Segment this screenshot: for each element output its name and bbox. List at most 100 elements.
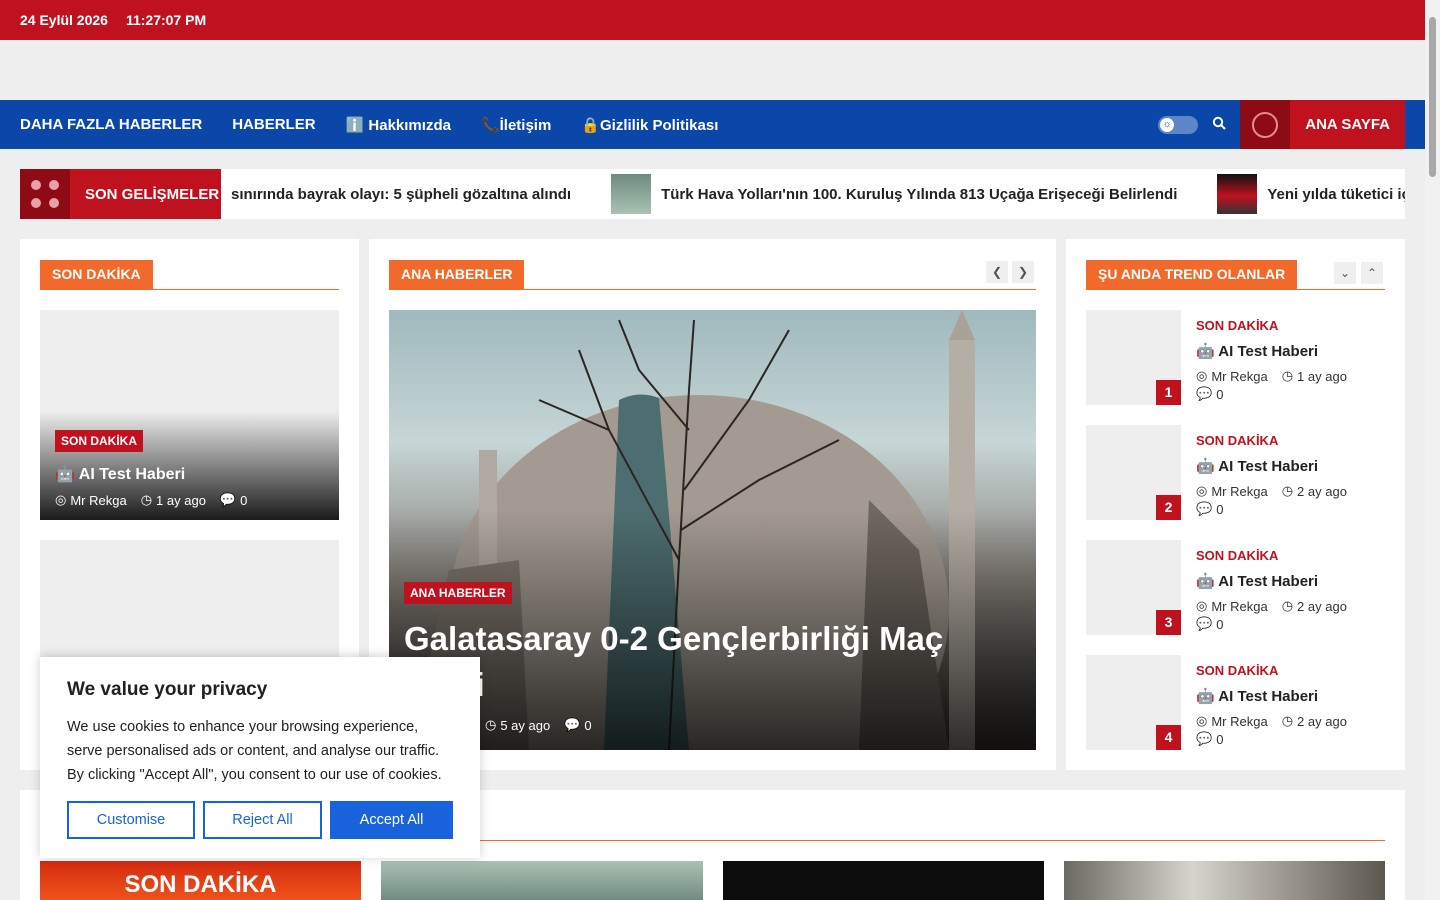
dark-mode-toggle[interactable]: ☼ — [1158, 115, 1199, 134]
home-button[interactable]: ANA SAYFA — [1240, 100, 1405, 149]
trending-item[interactable]: 3 SON DAKİKA 🤖 AI Test Haberi ◎ Mr Rekga ◷… — [1086, 540, 1386, 635]
post-comments-row: 💬 0 — [1196, 501, 1237, 517]
user-icon: ◎ — [1196, 598, 1208, 613]
ticker-item-title: Yeni yılda tüketici için ne d — [1267, 185, 1405, 203]
current-time: 11:27:07 PM — [125, 12, 207, 28]
user-icon: ◎ — [1196, 368, 1208, 383]
post-author[interactable]: Mr Rekga — [1211, 599, 1267, 614]
post-time: 2 ay ago — [1297, 598, 1347, 614]
section-title: ANA HABERLER — [389, 260, 525, 289]
section-title: ŞU ANDA TREND OLANLAR — [1086, 260, 1298, 289]
user-icon: ◎ — [55, 492, 67, 507]
post-comments: 0 — [1216, 731, 1224, 747]
chevron-down-icon[interactable]: ⌄ — [1334, 262, 1356, 284]
post-author[interactable]: Mr Rekga — [1211, 369, 1267, 384]
category-link[interactable]: SON DAKİKA — [1196, 318, 1278, 333]
ticker-track: sınırında bayrak olayı: 5 şüpheli gözalt… — [231, 174, 1405, 214]
post-meta: ◎ Mr Rekga ◷ 2 ay ago — [1196, 598, 1361, 614]
nav-actions: ☼ ANA SAYFA — [1158, 100, 1405, 149]
home-button-label: ANA SAYFA — [1305, 116, 1390, 133]
post-comments-row: 💬 0 — [1196, 731, 1237, 747]
post-comments: 0 — [1216, 616, 1224, 632]
section-header: SON DAKİKA — [40, 260, 339, 290]
post-title[interactable]: 🤖 AI Test Haberi — [55, 464, 185, 484]
main-navigation: DAHA FAZLA HABERLER HABERLER ℹ️ Hakkımız… — [0, 100, 1425, 149]
post-time: 1 ay ago — [156, 492, 206, 508]
post-title[interactable]: 🤖 AI Test Haberi — [1196, 342, 1318, 360]
news-thumbnail[interactable] — [1064, 861, 1385, 900]
nav-item-hakkimizda[interactable]: ℹ️ Hakkımızda — [346, 116, 451, 134]
post-comments: 0 — [584, 717, 592, 733]
search-icon[interactable] — [1212, 116, 1226, 134]
comment-icon: 💬 — [219, 492, 237, 507]
scrollbar-thumb[interactable] — [1429, 17, 1436, 177]
trending-rank: 3 — [1156, 610, 1181, 635]
slider-prev-button[interactable]: ❮ — [986, 261, 1008, 283]
post-author[interactable]: Mr Rekga — [1211, 484, 1267, 499]
news-thumbnail[interactable] — [723, 861, 1044, 900]
trending-item[interactable]: 4 SON DAKİKA 🤖 AI Test Haberi ◎ Mr Rekga ◷… — [1086, 655, 1386, 750]
post-title[interactable]: 🤖 AI Test Haberi — [1196, 572, 1318, 590]
comment-icon: 💬 — [1196, 616, 1213, 631]
nav-item-gizlilik-politikasi[interactable]: 🔒Gizlilik Politikası — [581, 116, 718, 134]
clock-icon: ◷ — [1281, 598, 1294, 613]
top-bar: 24 Eylül 2026 11:27:07 PM — [0, 0, 1425, 40]
customise-button[interactable]: Customise — [67, 801, 195, 839]
post-comments: 0 — [240, 492, 248, 508]
comment-icon: 💬 — [1196, 731, 1213, 746]
post-meta: ◎ Mr Rekga ◷ 2 ay ago — [1196, 713, 1361, 729]
post-time: 2 ay ago — [1297, 713, 1347, 729]
post-time: 5 ay ago — [500, 717, 551, 733]
ticker-item[interactable]: Yeni yılda tüketici için ne d — [1217, 174, 1405, 214]
nav-item-iletisim[interactable]: 📞İletişim — [481, 116, 551, 134]
section-title: SON DAKİKA — [40, 260, 153, 289]
breaking-news-ticker: SON GELİŞMELER sınırında bayrak olayı: 5… — [20, 169, 1405, 219]
post-meta: ◎ Mr Rekga ◷ 2 ay ago — [1196, 483, 1361, 499]
news-thumbnail[interactable]: SON DAKİKA — [40, 861, 361, 900]
category-badge[interactable]: ANA HABERLER — [404, 582, 512, 604]
ticker-item[interactable]: Türk Hava Yolları'nın 100. Kuruluş Yılın… — [611, 174, 1177, 214]
post-title[interactable]: 🤖 AI Test Haberi — [1196, 687, 1318, 705]
chevron-up-icon[interactable]: ⌃ — [1361, 262, 1383, 284]
post-meta: ◎ Mr Rekga ◷ 1 ay ago 💬 0 — [55, 492, 261, 508]
post-comments-row: 💬 0 — [1196, 386, 1237, 402]
featured-post[interactable]: SON DAKİKA 🤖 AI Test Haberi ◎ Mr Rekga ◷ 1… — [40, 310, 339, 520]
cookie-text: We use cookies to enhance your browsing … — [67, 719, 442, 783]
trending-item[interactable]: 2 SON DAKİKA 🤖 AI Test Haberi ◎ Mr Rekga ◷… — [1086, 425, 1386, 520]
thumbnail-text: SON DAKİKA — [124, 871, 277, 898]
trending-rank: 4 — [1156, 725, 1181, 750]
post-time: 2 ay ago — [1297, 483, 1347, 499]
trending-item[interactable]: 1 SON DAKİKA 🤖 AI Test Haberi ◎ Mr Rekga ◷… — [1086, 310, 1386, 405]
category-link[interactable]: SON DAKİKA — [1196, 433, 1278, 448]
clock-icon: ◷ — [140, 492, 153, 507]
clock-icon: ◷ — [485, 717, 497, 732]
ticker-title: SON GELİŞMELER — [85, 185, 220, 203]
category-link[interactable]: SON DAKİKA — [1196, 663, 1278, 678]
nav-item-daha-fazla-haberler[interactable]: DAHA FAZLA HABERLER — [20, 116, 202, 133]
ticker-item[interactable]: sınırında bayrak olayı: 5 şüpheli gözalt… — [231, 186, 571, 203]
nav-item-haberler[interactable]: HABERLER — [232, 116, 315, 133]
accept-all-button[interactable]: Accept All — [330, 801, 453, 839]
current-date: 24 Eylül 2026 — [20, 12, 108, 28]
post-author[interactable]: Mr Rekga — [1211, 714, 1267, 729]
category-link[interactable]: SON DAKİKA — [1196, 548, 1278, 563]
post-comments: 0 — [1216, 501, 1224, 517]
user-icon: ◎ — [1196, 713, 1208, 728]
home-logo-icon — [1240, 100, 1291, 149]
reject-all-button[interactable]: Reject All — [203, 801, 322, 839]
ticker-item-title: Türk Hava Yolları'nın 100. Kuruluş Yılın… — [661, 185, 1178, 203]
page-scrollbar[interactable] — [1425, 0, 1440, 900]
post-title[interactable]: 🤖 AI Test Haberi — [1196, 457, 1318, 475]
cookie-title: We value your privacy — [67, 679, 268, 700]
post-meta: ◷ 5 ay ago 💬 0 — [485, 717, 606, 733]
post-title[interactable]: Galatasaray 0-2 Gençlerbirliği Maç Özeti — [404, 616, 1004, 708]
news-thumbnail[interactable] — [381, 861, 703, 900]
category-badge[interactable]: SON DAKİKA — [55, 430, 144, 452]
main-slider-post[interactable]: ANA HABERLER Galatasaray 0-2 Gençlerbirl… — [389, 310, 1036, 750]
slider-next-button[interactable]: ❯ — [1012, 261, 1034, 283]
post-author[interactable]: Mr Rekga — [70, 493, 126, 508]
post-meta: ◎ Mr Rekga ◷ 1 ay ago — [1196, 368, 1361, 384]
comment-icon: 💬 — [1196, 501, 1213, 516]
comment-icon: 💬 — [564, 717, 581, 732]
trending-rank: 2 — [1156, 495, 1181, 520]
